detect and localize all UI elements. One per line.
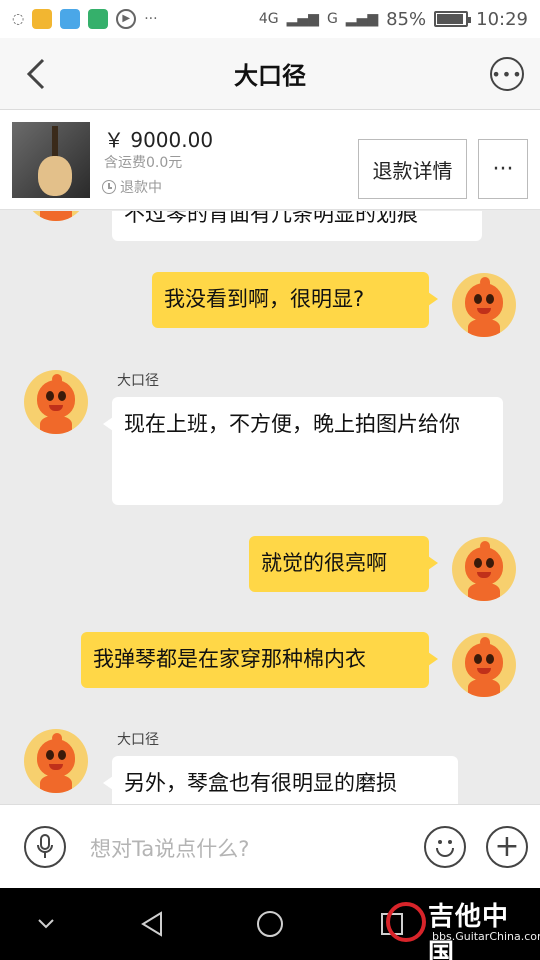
clock-icon — [102, 180, 116, 194]
nav-collapse-button[interactable] — [26, 888, 66, 960]
network-type: 4G — [258, 11, 279, 27]
input-bar: 想对Ta说点什么? + — [0, 804, 540, 888]
message-bubble: 我弹琴都是在家穿那种棉内衣 — [81, 632, 438, 688]
message-bubble: 现在上班，不方便，晚上拍图片给你 — [103, 397, 503, 505]
triangle-back-icon — [141, 911, 162, 937]
back-button[interactable] — [18, 56, 54, 92]
sender-name: 大口径 — [117, 373, 159, 389]
play-icon: ▶ — [116, 9, 137, 29]
more-dots-icon: ••• — [491, 64, 523, 84]
status-bar: ◌ ▶ ··· 4G ▂▄▆ G ▂▄▆ 85% 10:29 — [0, 0, 540, 38]
sim-type: G — [326, 11, 338, 27]
emoji-eye — [448, 840, 452, 844]
message-bubble: 我没看到啊，很明显? — [152, 272, 438, 328]
refund-status: 退款中 — [102, 177, 162, 197]
message-bubble: 就觉的很亮啊 — [249, 536, 438, 592]
message-bubble: 不过琴的背面有几条明显的划痕 — [112, 211, 482, 241]
chevron-down-icon — [38, 919, 54, 929]
avatar[interactable] — [24, 211, 88, 221]
battery-icon — [434, 11, 472, 27]
avatar[interactable] — [24, 370, 88, 434]
clock-time: 10:29 — [476, 8, 528, 30]
product-more-button[interactable]: ··· — [478, 139, 528, 199]
ellipsis-icon: ··· — [492, 156, 514, 182]
chevron-left-icon — [26, 58, 45, 90]
smile-icon — [436, 848, 454, 857]
guitar-body — [38, 156, 72, 196]
emoji-button[interactable] — [424, 826, 466, 868]
message-input[interactable]: 想对Ta说点什么? — [90, 833, 249, 863]
refund-status-text: 退款中 — [120, 180, 162, 196]
watermark-title: 吉他中国 — [428, 902, 510, 960]
shipping-info: 含运费0.0元 — [104, 155, 183, 171]
plus-icon: + — [494, 829, 520, 864]
signal-icon-2: ▂▄▆ — [345, 11, 379, 27]
app-icon-3 — [88, 9, 109, 29]
nav-home-button[interactable] — [248, 888, 292, 960]
emoji-eye — [438, 840, 442, 844]
status-more: ··· — [144, 11, 158, 27]
app-icon-1 — [32, 9, 53, 29]
avatar[interactable] — [452, 273, 516, 337]
app-icon-2 — [60, 9, 81, 29]
signal-icon: ▂▄▆ — [286, 11, 319, 27]
message-icon: ◌ — [12, 11, 25, 27]
watermark: 吉他中国 bbs.GuitarChina.com — [384, 896, 540, 960]
chat-header: 大口径 ••• — [0, 38, 540, 110]
avatar[interactable] — [452, 537, 516, 601]
watermark-url: bbs.GuitarChina.com — [432, 930, 540, 943]
page-title: 大口径 — [234, 62, 306, 90]
sender-name: 大口径 — [117, 732, 159, 748]
guitarchina-logo-icon — [386, 902, 426, 942]
product-card[interactable]: ￥ 9000.00 含运费0.0元 退款中 退款详情 ··· — [0, 110, 540, 210]
message-list[interactable]: 不过琴的背面有几条明显的划痕 我没看到啊，很明显? 大口径 现在上班，不方便，晚… — [0, 211, 540, 804]
refund-details-button[interactable]: 退款详情 — [358, 139, 467, 199]
battery-percent: 85% — [386, 8, 427, 30]
product-thumbnail[interactable] — [12, 122, 90, 198]
voice-button[interactable] — [24, 826, 66, 868]
more-options-button[interactable]: ••• — [490, 57, 524, 91]
message-bubble: 另外，琴盒也有很明显的磨损 — [103, 756, 458, 804]
avatar[interactable] — [452, 633, 516, 697]
avatar[interactable] — [24, 729, 88, 793]
add-attachment-button[interactable]: + — [486, 826, 528, 868]
nav-back-button[interactable] — [130, 888, 174, 960]
product-price: ￥ 9000.00 — [104, 128, 214, 152]
microphone-icon — [37, 834, 53, 858]
circle-home-icon — [257, 911, 283, 937]
